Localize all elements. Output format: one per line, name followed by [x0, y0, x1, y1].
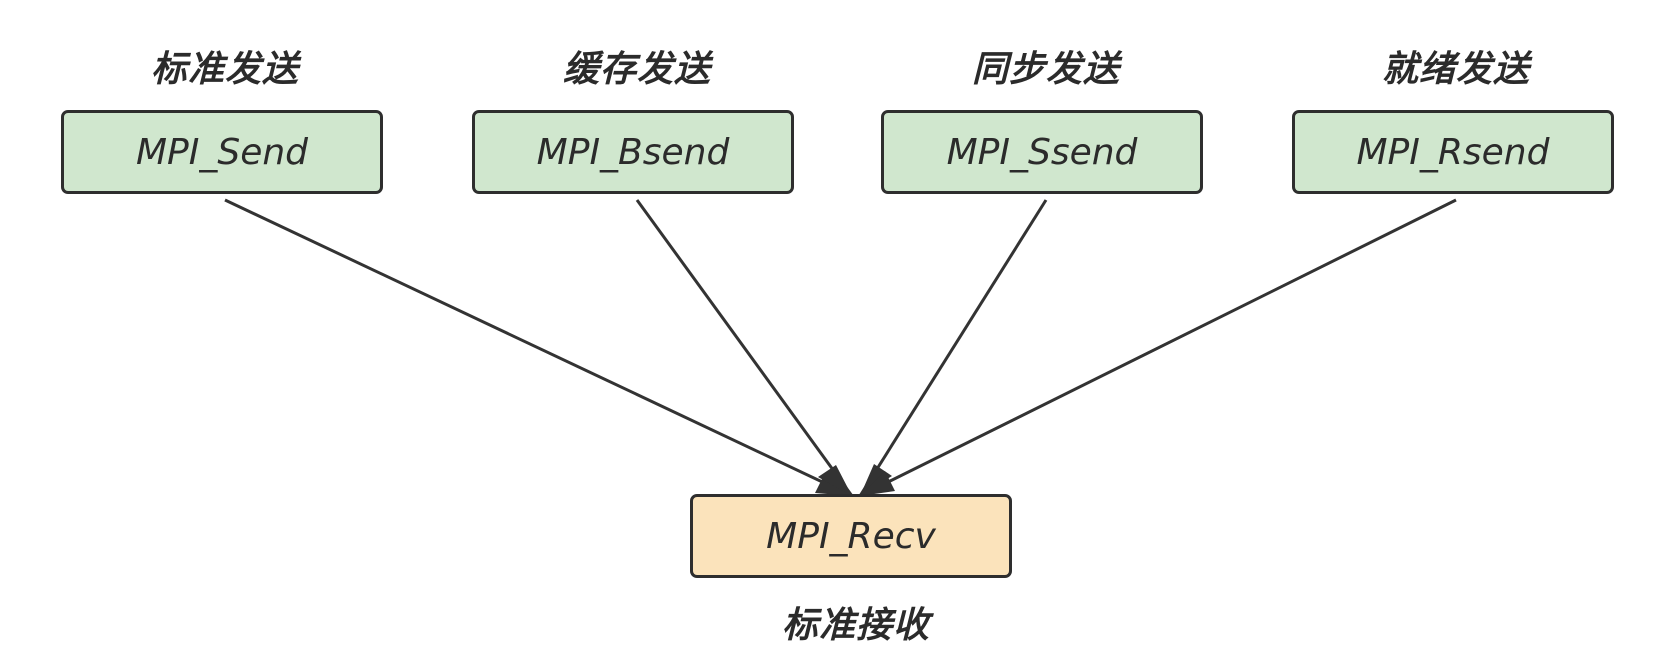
node-mpi-bsend: MPI_Bsend [472, 110, 794, 194]
arrow-send-to-recv [224, 198, 853, 498]
arrow-ssend-to-recv [858, 199, 1048, 497]
caption-synchronous-send: 同步发送 [971, 49, 1120, 90]
caption-buffered-send: 缓存发送 [562, 49, 711, 90]
node-mpi-send: MPI_Send [61, 110, 383, 194]
caption-standard-send: 标准发送 [150, 49, 299, 90]
node-mpi-rsend: MPI_Rsend [1292, 110, 1614, 194]
node-mpi-ssend: MPI_Ssend [881, 110, 1203, 194]
caption-standard-receive: 标准接收 [781, 605, 930, 646]
arrow-rsend-to-recv [859, 198, 1457, 498]
node-mpi-recv: MPI_Recv [690, 494, 1012, 578]
caption-ready-send: 就绪发送 [1381, 49, 1530, 90]
arrow-bsend-to-recv [635, 199, 854, 497]
